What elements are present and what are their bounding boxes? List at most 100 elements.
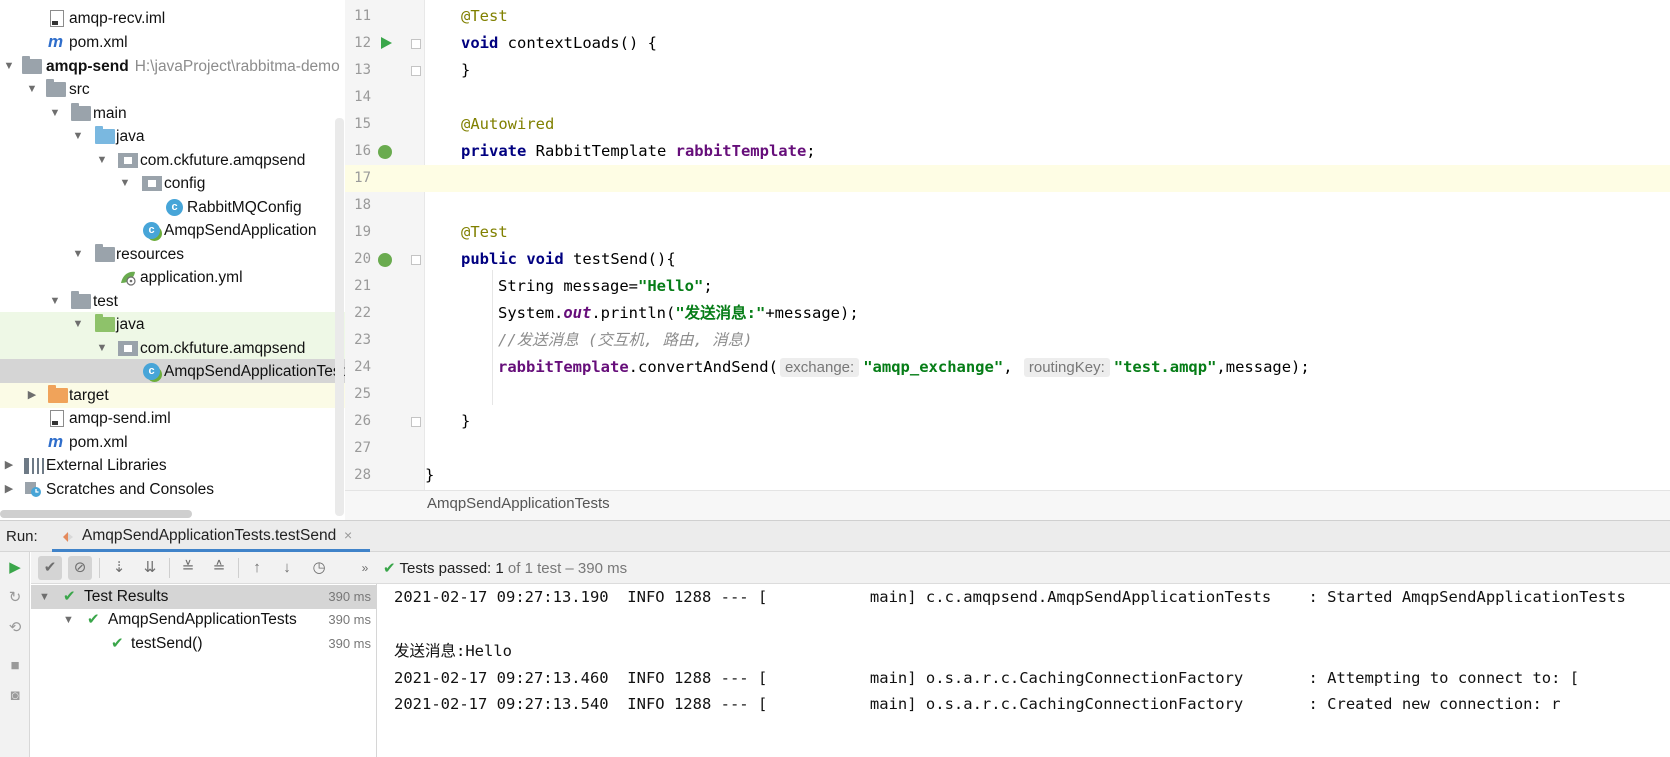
code-line[interactable]: 28 }: [345, 462, 1670, 489]
chevron-down-icon[interactable]: ▼: [71, 312, 85, 337]
chevron-down-icon[interactable]: ▼: [71, 124, 85, 149]
tree-item-label: resources: [116, 246, 185, 263]
stop-icon[interactable]: ■: [5, 656, 25, 676]
code-line[interactable]: 13 }: [345, 57, 1670, 84]
tree-item-amqpsendapplicationtests[interactable]: c AmqpSendApplicationTests: [0, 359, 366, 384]
more-actions-icon[interactable]: »: [353, 556, 377, 580]
tree-item-label: AmqpSendApplication: [164, 222, 317, 239]
code-line[interactable]: 15 @Autowired: [345, 111, 1670, 138]
result-label: Test Results: [84, 588, 169, 605]
tree-vertical-scrollbar[interactable]: [335, 118, 344, 516]
rerun-failed-icon[interactable]: ↻: [5, 588, 25, 608]
expand-all-icon[interactable]: ≚: [176, 556, 200, 580]
toggle-auto-test-icon[interactable]: ⟲: [5, 618, 25, 638]
show-ignored-icon[interactable]: ⊘: [68, 556, 92, 580]
run-tool-window-header: Run: AmqpSendApplicationTests.testSend ×: [0, 520, 1670, 552]
code-line[interactable]: 11 @Test: [345, 3, 1670, 30]
test-history-icon[interactable]: ◷: [307, 556, 331, 580]
code-line[interactable]: 23 //发送消息 (交互机, 路由, 消息): [345, 327, 1670, 354]
code-line-current[interactable]: 17: [345, 165, 1670, 192]
chevron-down-icon[interactable]: ▼: [2, 54, 16, 79]
fold-marker-icon[interactable]: [411, 255, 421, 265]
code-line[interactable]: 18: [345, 192, 1670, 219]
spring-bean-icon[interactable]: [378, 145, 392, 159]
tree-item-config[interactable]: ▼ config: [0, 171, 366, 196]
chevron-right-icon[interactable]: ▶: [2, 453, 16, 478]
chevron-down-icon[interactable]: ▼: [48, 101, 62, 126]
result-row-method[interactable]: ✔ testSend() 390 ms: [31, 632, 377, 656]
result-row-root[interactable]: ▼ ✔ Test Results 390 ms: [31, 585, 377, 609]
chevron-right-icon[interactable]: ▶: [25, 383, 39, 408]
fold-marker-icon[interactable]: [411, 39, 421, 49]
tree-item-package-test[interactable]: ▼ com.ckfuture.amqpsend: [0, 336, 366, 361]
code-line[interactable]: 25: [345, 381, 1670, 408]
chevron-down-icon[interactable]: ▼: [48, 289, 62, 314]
code-line[interactable]: 20 public void testSend(){: [345, 246, 1670, 273]
tree-item-main[interactable]: ▼ main: [0, 101, 366, 126]
code-line[interactable]: 14: [345, 84, 1670, 111]
tree-item-label: amqp-send H:\javaProject\rabbitma-demo: [46, 58, 340, 75]
previous-failed-icon[interactable]: ↑: [245, 556, 269, 580]
result-time: 390 ms: [328, 636, 371, 651]
tests-status: ✔ Tests passed: 1 of 1 test – 390 ms: [383, 560, 628, 577]
sort-alphabetically-icon[interactable]: ⇣: [107, 556, 131, 580]
tree-item-pom-xml-recv[interactable]: m pom.xml: [0, 30, 366, 55]
tree-item-amqp-send[interactable]: ▼ amqp-send H:\javaProject\rabbitma-demo: [0, 54, 366, 79]
code-text: public void testSend(){: [461, 250, 676, 268]
tree-horizontal-scrollbar[interactable]: [0, 510, 192, 518]
next-failed-icon[interactable]: ↓: [275, 556, 299, 580]
chevron-down-icon[interactable]: ▼: [118, 171, 132, 196]
folder-icon: [71, 103, 91, 121]
code-line[interactable]: 22 System.out.println("发送消息:"+message);: [345, 300, 1670, 327]
run-test-bean-icon[interactable]: [378, 253, 392, 267]
code-editor[interactable]: 11 @Test 12 void contextLoads() { 13 } 1…: [345, 0, 1670, 520]
fold-marker-icon[interactable]: [411, 417, 421, 427]
chevron-down-icon[interactable]: ▼: [71, 242, 85, 267]
chevron-down-icon[interactable]: ▼: [25, 77, 39, 102]
tree-item-scratches[interactable]: ▶ Scratches and Consoles: [0, 477, 366, 502]
chevron-down-icon[interactable]: ▼: [39, 585, 50, 609]
chevron-down-icon[interactable]: ▼: [95, 336, 109, 361]
chevron-down-icon[interactable]: ▼: [95, 148, 109, 173]
run-test-icon[interactable]: [381, 37, 392, 49]
tab-run-configuration[interactable]: AmqpSendApplicationTests.testSend ×: [52, 521, 370, 552]
code-line[interactable]: 19 @Test: [345, 219, 1670, 246]
tree-item-amqp-recv-iml[interactable]: amqp-recv.iml: [0, 6, 366, 31]
tree-item-application-yml[interactable]: application.yml: [0, 265, 366, 290]
tree-item-test[interactable]: ▼ test: [0, 289, 366, 314]
collapse-all-icon[interactable]: ≙: [207, 556, 231, 580]
sort-by-duration-icon[interactable]: ⇊: [138, 556, 162, 580]
code-line[interactable]: 27: [345, 435, 1670, 462]
result-time: 390 ms: [328, 589, 371, 604]
tree-item-test-java[interactable]: ▼ java: [0, 312, 366, 337]
show-passed-icon[interactable]: ✔: [38, 556, 62, 580]
tree-item-src[interactable]: ▼ src: [0, 77, 366, 102]
tree-item-external-libraries[interactable]: ▶ External Libraries: [0, 453, 366, 478]
chevron-down-icon[interactable]: ▼: [63, 608, 74, 632]
tree-item-amqp-send-iml[interactable]: amqp-send.iml: [0, 406, 366, 431]
parameter-hint-routingkey: routingKey:: [1023, 358, 1110, 377]
tree-item-package-main[interactable]: ▼ com.ckfuture.amqpsend: [0, 148, 366, 173]
console-output[interactable]: 2021-02-17 09:27:13.190 INFO 1288 --- [ …: [378, 584, 1670, 757]
code-line[interactable]: 21 String message="Hello";: [345, 273, 1670, 300]
tree-item-pom-xml-send[interactable]: m pom.xml: [0, 430, 366, 455]
line-number: 16: [354, 143, 371, 159]
scratches-icon: [24, 481, 42, 498]
code-line[interactable]: 12 void contextLoads() {: [345, 30, 1670, 57]
code-line[interactable]: 16 private RabbitTemplate rabbitTemplate…: [345, 138, 1670, 165]
toolbar-separator: [169, 558, 170, 578]
tree-item-rabbitmqconfig[interactable]: c RabbitMQConfig: [0, 195, 366, 220]
rerun-icon[interactable]: ▶: [5, 558, 25, 578]
breadcrumb[interactable]: AmqpSendApplicationTests: [427, 495, 610, 512]
screenshot-icon[interactable]: ◙: [5, 686, 25, 706]
tree-item-resources[interactable]: ▼ resources: [0, 242, 366, 267]
result-row-class[interactable]: ▼ ✔ AmqpSendApplicationTests 390 ms: [31, 608, 377, 632]
tree-item-target[interactable]: ▶ target: [0, 383, 366, 408]
tree-item-main-java[interactable]: ▼ java: [0, 124, 366, 149]
code-line[interactable]: 24 rabbitTemplate.convertAndSend(exchang…: [345, 354, 1670, 381]
close-icon[interactable]: ×: [344, 527, 352, 543]
tree-item-amqpsendapplication[interactable]: c AmqpSendApplication: [0, 218, 366, 243]
code-line[interactable]: 26 }: [345, 408, 1670, 435]
fold-marker-icon[interactable]: [411, 66, 421, 76]
chevron-right-icon[interactable]: ▶: [2, 477, 16, 502]
